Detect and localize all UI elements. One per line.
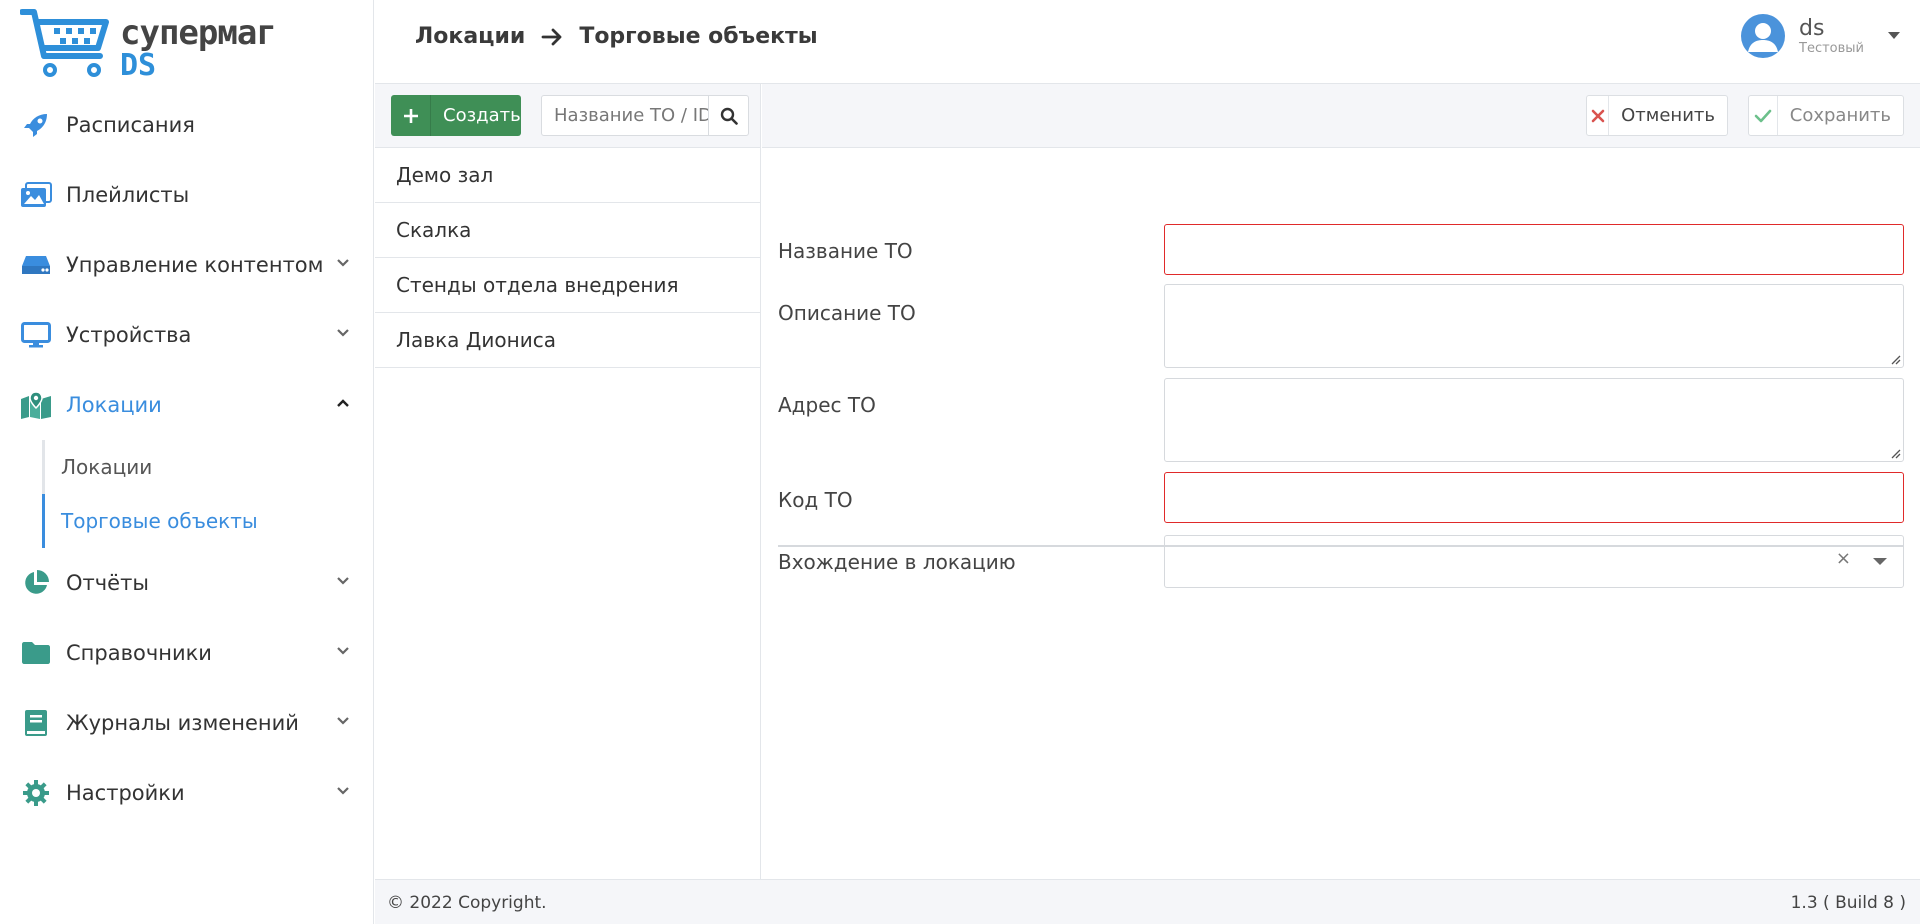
sidebar-item-changelogs[interactable]: Журналы изменений bbox=[0, 688, 374, 758]
search-button[interactable] bbox=[708, 96, 748, 135]
chevron-down-icon bbox=[337, 577, 349, 585]
sidebar-item-locations[interactable]: Локации bbox=[0, 370, 374, 440]
sidebar: супермаг DS Расписания Плейлисты Управле… bbox=[0, 0, 374, 924]
sidebar-item-schedules[interactable]: Расписания bbox=[0, 90, 374, 160]
resize-handle-icon[interactable] bbox=[1889, 447, 1901, 459]
logo[interactable]: супермаг DS bbox=[20, 8, 277, 84]
footer: © 2022 Copyright. 1.3 ( Build 8 ) bbox=[375, 879, 1920, 924]
description-field[interactable] bbox=[1164, 284, 1904, 368]
folder-icon bbox=[20, 637, 52, 669]
sidebar-item-label: Управление контентом bbox=[66, 253, 324, 277]
code-label: Код ТО bbox=[778, 488, 853, 512]
chevron-down-icon bbox=[337, 717, 349, 725]
sidebar-item-reports[interactable]: Отчёты bbox=[0, 548, 374, 618]
caret-down-icon[interactable] bbox=[1888, 32, 1900, 40]
sidebar-item-content[interactable]: Управление контентом bbox=[0, 230, 374, 300]
breadcrumb-retail-objects: Торговые объекты bbox=[579, 24, 818, 49]
sidebar-item-label: Настройки bbox=[66, 781, 185, 805]
gear-icon bbox=[20, 777, 52, 809]
create-button[interactable]: Создать bbox=[391, 95, 521, 136]
rocket-icon bbox=[20, 109, 52, 141]
cart-logo-icon bbox=[20, 9, 109, 77]
version: 1.3 ( Build 8 ) bbox=[1790, 893, 1906, 913]
copyright: © 2022 Copyright. bbox=[387, 893, 547, 913]
form-divider bbox=[778, 545, 1904, 547]
form-toolbar: Отменить Сохранить bbox=[762, 84, 1920, 148]
sidebar-item-label: Локации bbox=[66, 393, 162, 417]
check-icon bbox=[1749, 96, 1778, 135]
breadcrumb-locations[interactable]: Локации bbox=[415, 24, 525, 49]
user-name: ds bbox=[1799, 15, 1825, 41]
sidebar-subitem-label: Торговые объекты bbox=[61, 509, 258, 533]
list-item[interactable]: Стенды отдела внедрения bbox=[375, 258, 760, 313]
chevron-up-icon bbox=[337, 399, 349, 407]
user-menu[interactable]: ds Тестовый bbox=[1741, 14, 1900, 58]
save-button[interactable]: Сохранить bbox=[1748, 95, 1904, 136]
sidebar-subitem-locations[interactable]: Локации bbox=[45, 440, 374, 494]
chevron-down-icon bbox=[337, 647, 349, 655]
parent-location-select[interactable]: × bbox=[1164, 535, 1904, 588]
sidebar-item-playlists[interactable]: Плейлисты bbox=[0, 160, 374, 230]
save-button-label: Сохранить bbox=[1789, 105, 1891, 126]
sidebar-item-label: Плейлисты bbox=[66, 183, 190, 207]
breadcrumb: Локации Торговые объекты bbox=[415, 24, 818, 49]
sidebar-nav: Расписания Плейлисты Управление контенто… bbox=[0, 90, 374, 828]
sidebar-item-label: Расписания bbox=[66, 113, 195, 137]
arrow-right-icon bbox=[541, 27, 563, 47]
sidebar-item-devices[interactable]: Устройства bbox=[0, 300, 374, 370]
book-icon bbox=[20, 707, 52, 739]
cancel-button-label: Отменить bbox=[1621, 105, 1715, 126]
resize-handle-icon[interactable] bbox=[1889, 353, 1901, 365]
pie-chart-icon bbox=[20, 567, 52, 599]
parent-location-label: Вхождение в локацию bbox=[778, 550, 1016, 574]
avatar[interactable] bbox=[1741, 14, 1785, 58]
sidebar-item-settings[interactable]: Настройки bbox=[0, 758, 374, 828]
hdd-icon bbox=[20, 249, 52, 281]
cancel-button[interactable]: Отменить bbox=[1586, 95, 1728, 136]
sidebar-item-label: Журналы изменений bbox=[66, 711, 299, 735]
search-input[interactable] bbox=[542, 96, 708, 135]
list-item[interactable]: Скалка bbox=[375, 203, 760, 258]
plus-icon bbox=[391, 95, 431, 136]
brand-sub: DS bbox=[120, 48, 157, 83]
sidebar-item-label: Отчёты bbox=[66, 571, 149, 595]
sidebar-submenu-locations: Локации Торговые объекты bbox=[42, 440, 374, 548]
list-item[interactable]: Лавка Диониса bbox=[375, 313, 760, 368]
chevron-down-icon bbox=[337, 329, 349, 337]
sidebar-subitem-label: Локации bbox=[61, 455, 153, 479]
brand-name: супермаг bbox=[120, 13, 277, 53]
list-item[interactable]: Демо зал bbox=[375, 148, 760, 203]
retail-objects-list-pane: Создать Демо зал Скалка Стенды отдела вн… bbox=[375, 84, 761, 879]
sidebar-subitem-retail-objects[interactable]: Торговые объекты bbox=[42, 494, 374, 548]
top-header: Локации Торговые объекты ds Тестовый bbox=[375, 0, 1920, 84]
description-label: Описание ТО bbox=[778, 301, 916, 325]
chevron-down-icon bbox=[337, 787, 349, 795]
caret-down-icon[interactable] bbox=[1873, 558, 1887, 565]
address-label: Адрес ТО bbox=[778, 393, 876, 417]
code-field[interactable] bbox=[1164, 472, 1904, 523]
name-field[interactable] bbox=[1164, 224, 1904, 275]
monitor-icon bbox=[20, 319, 52, 351]
clear-icon[interactable]: × bbox=[1836, 548, 1851, 569]
address-field[interactable] bbox=[1164, 378, 1904, 462]
user-role: Тестовый bbox=[1799, 40, 1864, 56]
search-icon bbox=[720, 107, 738, 125]
images-icon bbox=[20, 179, 52, 211]
user-icon bbox=[1748, 23, 1778, 52]
search-box bbox=[541, 95, 749, 136]
sidebar-item-label: Справочники bbox=[66, 641, 212, 665]
sidebar-item-label: Устройства bbox=[66, 323, 192, 347]
map-marker-icon bbox=[20, 389, 52, 421]
list-toolbar: Создать bbox=[375, 84, 760, 148]
create-button-label: Создать bbox=[443, 105, 521, 126]
retail-object-form-pane: Отменить Сохранить Название ТО Описание … bbox=[762, 84, 1920, 879]
name-label: Название ТО bbox=[778, 239, 913, 263]
chevron-down-icon bbox=[337, 259, 349, 267]
close-icon bbox=[1587, 96, 1610, 135]
sidebar-item-directories[interactable]: Справочники bbox=[0, 618, 374, 688]
